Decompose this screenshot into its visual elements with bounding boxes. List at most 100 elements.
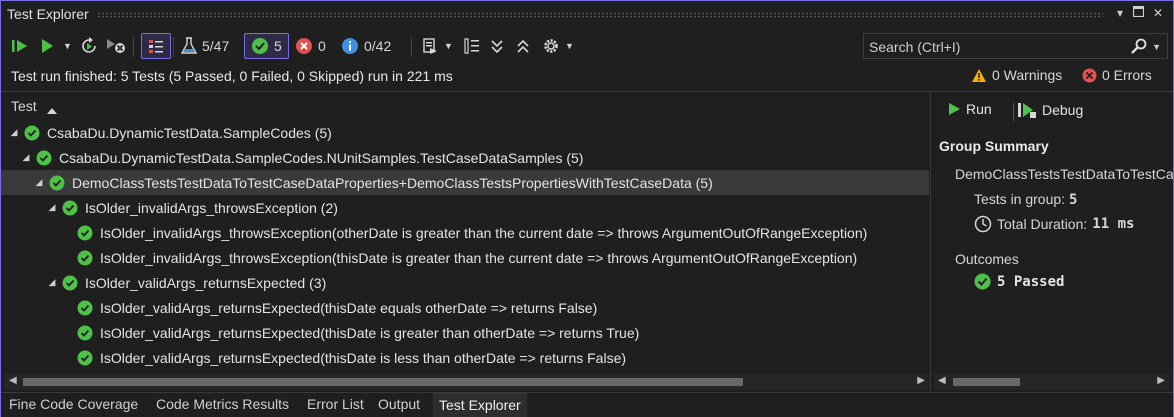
tree-row[interactable]: IsOlder_validArgs_returnsExpected(thisDa… — [1, 295, 929, 320]
column-header-label: Test — [11, 98, 37, 114]
tree-row-selected[interactable]: ◢ DemoClassTestsTestDataToTestCaseDataPr… — [1, 170, 929, 195]
close-icon[interactable]: ✕ — [1149, 6, 1167, 20]
warnings-text: 0 Warnings — [992, 67, 1063, 83]
expanded-arrow-icon[interactable]: ◢ — [20, 152, 32, 163]
scrollbar-thumb[interactable] — [953, 378, 1020, 386]
settings-button[interactable]: ▼ — [542, 31, 574, 61]
scroll-right-icon[interactable]: ▶ — [917, 375, 925, 386]
tree-row-label: IsOlder_validArgs_returnsExpected(thisDa… — [100, 324, 640, 341]
search-input[interactable]: Search (Ctrl+I) ▼ — [863, 33, 1168, 59]
playlist-button[interactable]: ▼ — [421, 31, 453, 61]
total-tests-filter[interactable]: 5/47 — [181, 31, 229, 61]
expanded-arrow-icon[interactable]: ◢ — [33, 177, 45, 188]
run-summary-text: Test run finished: 5 Tests (5 Passed, 0 … — [11, 68, 453, 84]
details-run-button[interactable]: Run — [947, 101, 992, 117]
expanded-arrow-icon[interactable]: ◢ — [46, 202, 58, 213]
outcome-passed-link[interactable]: 5 Passed — [974, 273, 1064, 290]
expanded-arrow-icon[interactable]: ◢ — [8, 127, 20, 138]
passed-icon — [62, 200, 78, 215]
details-horizontal-scrollbar[interactable]: ◀ ▶ — [934, 374, 1169, 390]
run-label: Run — [966, 101, 992, 117]
scrollbar-thumb[interactable] — [23, 378, 743, 386]
passed-tests-filter[interactable]: 5 — [244, 33, 289, 59]
tab-fine-code-coverage[interactable]: Fine Code Coverage — [9, 393, 138, 417]
tree-row[interactable]: ◢ IsOlder_validArgs_returnsExpected (3) — [1, 270, 929, 295]
tab-error-list[interactable]: Error List — [307, 393, 364, 417]
search-dropdown-icon[interactable]: ▼ — [1152, 42, 1161, 52]
passed-icon — [252, 38, 268, 54]
repeat-last-run-button[interactable] — [79, 31, 99, 61]
passed-icon — [77, 350, 93, 365]
tree-row[interactable]: IsOlder_invalidArgs_throwsException(othe… — [1, 220, 929, 245]
tree-row[interactable]: ◢ IsOlder_invalidArgs_throwsException (2… — [1, 195, 929, 220]
total-duration-label: Total Duration: — [997, 216, 1088, 232]
test-column-header[interactable]: Test — [1, 95, 929, 117]
collapse-all-button[interactable] — [515, 31, 531, 61]
tree-row-label: IsOlder_invalidArgs_throwsException(othe… — [100, 224, 868, 241]
errors-link[interactable]: 0 Errors — [1082, 67, 1152, 83]
expand-all-button[interactable] — [489, 31, 505, 61]
scroll-left-icon[interactable]: ◀ — [9, 375, 17, 386]
pane-splitter[interactable] — [930, 91, 931, 393]
test-explorer-window: Test Explorer ▾ ✕ ▼ 5/47 5 0 0/42 ▼ ▼ Se… — [0, 0, 1174, 417]
failed-count: 0 — [318, 38, 326, 54]
tree-row-count: (5) — [314, 124, 332, 141]
run-all-icon — [12, 40, 27, 52]
run-dropdown-icon[interactable]: ▼ — [63, 31, 72, 61]
tree-row[interactable]: ◢ CsabaDu.DynamicTestData.SampleCodes.NU… — [1, 145, 929, 170]
passed-icon — [77, 225, 93, 240]
test-tree: ◢ CsabaDu.DynamicTestData.SampleCodes (5… — [1, 120, 929, 370]
passed-icon — [24, 125, 40, 140]
sort-ascending-icon — [47, 101, 57, 117]
tree-row-label: CsabaDu.DynamicTestData.SampleCodes.NUni… — [59, 149, 563, 166]
settings-dropdown-icon[interactable]: ▼ — [565, 41, 574, 51]
tree-horizontal-scrollbar[interactable]: ◀ ▶ — [5, 374, 929, 390]
cancel-run-button[interactable] — [105, 31, 127, 61]
run-all-button[interactable] — [11, 31, 29, 61]
debug-label: Debug — [1042, 102, 1084, 118]
passed-icon — [77, 325, 93, 340]
tree-row[interactable]: IsOlder_invalidArgs_throwsException(this… — [1, 245, 929, 270]
failed-icon — [296, 38, 312, 54]
scroll-left-icon[interactable]: ◀ — [938, 375, 946, 386]
maximize-icon[interactable] — [1129, 5, 1147, 20]
window-options-icon[interactable]: ▾ — [1111, 6, 1129, 20]
failed-tests-filter[interactable]: 0 — [295, 31, 326, 61]
tab-test-explorer[interactable]: Test Explorer — [433, 393, 527, 417]
repeat-icon — [82, 37, 96, 53]
not-run-tests-filter[interactable]: 0/42 — [341, 31, 391, 61]
playlist-dropdown-icon[interactable]: ▼ — [444, 41, 453, 51]
play-icon — [42, 39, 53, 53]
search-icon[interactable] — [1131, 38, 1147, 57]
window-title: Test Explorer — [7, 6, 89, 22]
errors-text: 0 Errors — [1102, 67, 1152, 83]
tab-output[interactable]: Output — [378, 393, 420, 417]
cancel-icon — [107, 39, 125, 53]
tree-row[interactable]: ◢ CsabaDu.DynamicTestData.SampleCodes (5… — [1, 120, 929, 145]
debug-icon — [1018, 103, 1036, 118]
expanded-arrow-icon[interactable]: ◢ — [46, 277, 58, 288]
passed-icon — [77, 250, 93, 265]
bottom-tab-strip: Fine Code Coverage Code Metrics Results … — [1, 393, 1173, 417]
play-icon — [949, 103, 960, 115]
tree-row[interactable]: IsOlder_validArgs_returnsExpected(thisDa… — [1, 345, 929, 370]
tests-in-group: Tests in group: 5 — [974, 191, 1077, 208]
details-debug-button[interactable]: Debug — [1017, 101, 1083, 119]
passed-icon — [77, 300, 93, 315]
title-grip[interactable] — [97, 12, 1103, 18]
group-by-button[interactable] — [463, 31, 481, 61]
expand-all-icon — [491, 40, 503, 54]
collapse-all-icon — [517, 39, 529, 53]
warnings-link[interactable]: 0 Warnings — [971, 67, 1062, 83]
tab-code-metrics-results[interactable]: Code Metrics Results — [156, 393, 289, 417]
total-tests-count: 5/47 — [202, 38, 230, 54]
total-duration: Total Duration: 11 ms — [974, 215, 1134, 233]
run-button[interactable] — [39, 31, 55, 61]
show-output-button[interactable] — [141, 33, 171, 59]
scroll-right-icon[interactable]: ▶ — [1157, 375, 1165, 386]
group-summary-title: Group Summary — [939, 138, 1049, 154]
tree-row-label: CsabaDu.DynamicTestData.SampleCodes — [47, 124, 311, 141]
tree-row-label: DemoClassTestsTestDataToTestCaseDataProp… — [72, 174, 692, 191]
tree-row[interactable]: IsOlder_validArgs_returnsExpected(thisDa… — [1, 320, 929, 345]
tree-row-label: IsOlder_validArgs_returnsExpected — [85, 274, 306, 291]
